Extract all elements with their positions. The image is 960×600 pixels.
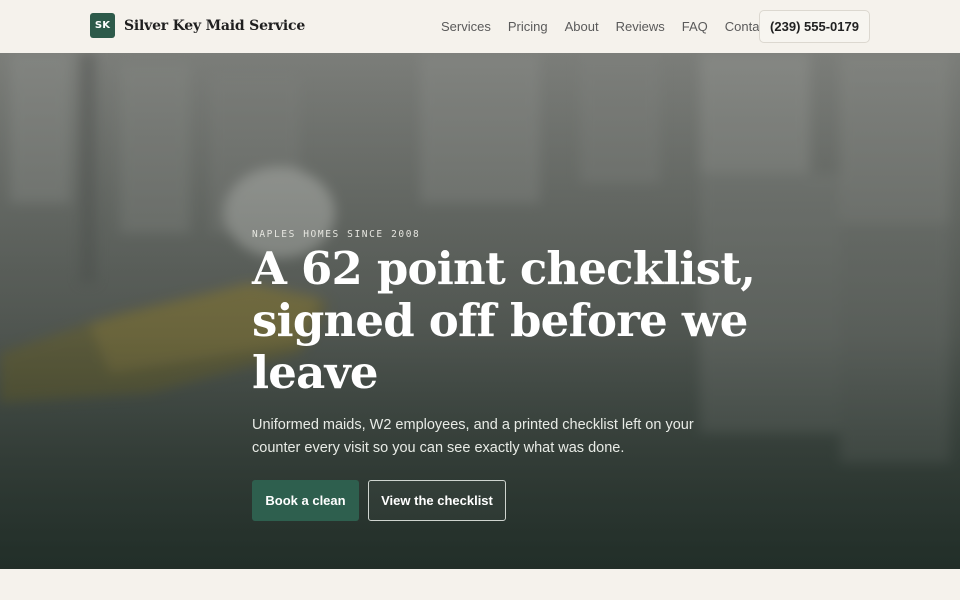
phone-button[interactable]: (239) 555-0179 xyxy=(759,10,870,43)
site-header: SK Silver Key Maid Service Services Pric… xyxy=(0,0,960,53)
logo-badge: SK xyxy=(90,13,115,38)
nav-item-pricing[interactable]: Pricing xyxy=(508,19,548,34)
nav-item-faq[interactable]: FAQ xyxy=(682,19,708,34)
brand-name: Silver Key Maid Service xyxy=(124,17,306,34)
nav-item-about[interactable]: About xyxy=(565,19,599,34)
next-section-strip xyxy=(0,569,960,600)
hero-section: NAPLES HOMES SINCE 2008 A 62 point check… xyxy=(0,53,960,569)
hero-eyebrow: NAPLES HOMES SINCE 2008 xyxy=(252,229,421,240)
view-checklist-button[interactable]: View the checklist xyxy=(368,480,506,521)
hero-subtext: Uniformed maids, W2 employees, and a pri… xyxy=(252,417,694,456)
nav-item-services[interactable]: Services xyxy=(441,19,491,34)
main-nav: Services Pricing About Reviews FAQ Conta… xyxy=(441,0,787,53)
book-a-clean-button[interactable]: Book a clean xyxy=(252,480,359,521)
hero-headline: A 62 point checklist, signed off before … xyxy=(252,242,756,399)
brand[interactable]: SK Silver Key Maid Service xyxy=(90,13,305,38)
nav-item-reviews[interactable]: Reviews xyxy=(616,19,665,34)
